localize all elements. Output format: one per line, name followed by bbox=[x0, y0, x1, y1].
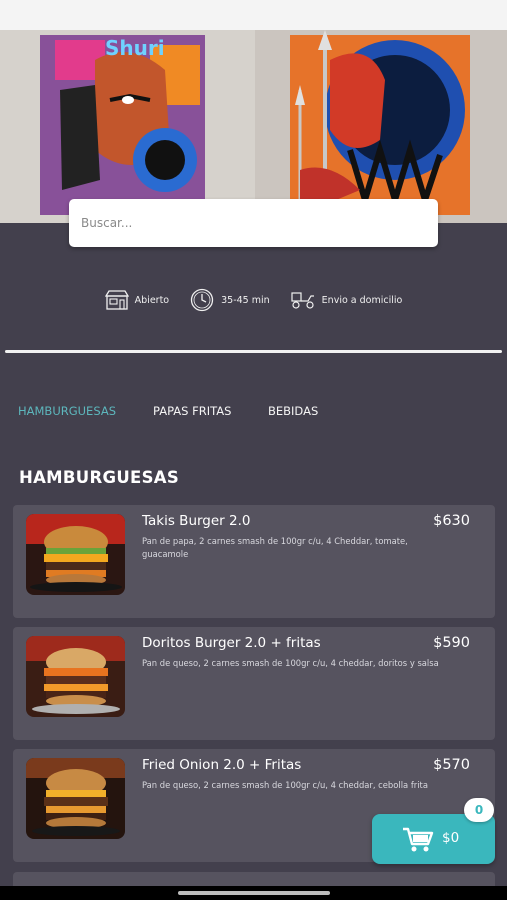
info-time: 35-45 min bbox=[189, 288, 270, 312]
graffiti-label: Shuri bbox=[105, 36, 165, 60]
product-description: Pan de queso, 2 carnes smash de 100gr c/… bbox=[142, 780, 428, 790]
section-divider bbox=[5, 350, 502, 353]
cart-total: $0 bbox=[442, 830, 460, 846]
product-name: Fried Onion 2.0 + Fritas bbox=[142, 757, 302, 773]
info-status-label: Abierto bbox=[134, 294, 170, 306]
store-info-row: Abierto 35-45 min Envio a domicilio bbox=[0, 284, 507, 316]
info-time-label: 35-45 min bbox=[221, 294, 270, 306]
hero-banner: Shuri bbox=[0, 30, 507, 223]
product-price: $630 bbox=[433, 513, 470, 529]
search-input[interactable] bbox=[69, 199, 438, 247]
category-tabs: HAMBURGUESAS PAPAS FRITAS BEBIDAS bbox=[0, 404, 507, 426]
burger-photo bbox=[26, 758, 125, 839]
tab-papas-fritas[interactable]: PAPAS FRITAS bbox=[153, 404, 231, 418]
product-price: $590 bbox=[433, 635, 470, 651]
product-name: Takis Burger 2.0 bbox=[142, 513, 251, 529]
product-description: Pan de papa, 2 carnes smash de 100gr c/u… bbox=[142, 536, 408, 559]
clock-icon bbox=[190, 288, 214, 312]
info-delivery-label: Envio a domicilio bbox=[321, 294, 403, 306]
tab-hamburguesas[interactable]: HAMBURGUESAS bbox=[18, 404, 116, 418]
burger-photo bbox=[26, 514, 125, 595]
section-title: HAMBURGUESAS bbox=[19, 468, 180, 487]
status-bar bbox=[0, 0, 507, 30]
product-price: $570 bbox=[433, 757, 470, 773]
product-image bbox=[26, 514, 125, 595]
product-image bbox=[26, 758, 125, 839]
search-box[interactable] bbox=[69, 199, 438, 247]
product-card[interactable]: Takis Burger 2.0 $630 Pan de papa, 2 car… bbox=[13, 505, 495, 618]
shopping-cart-icon bbox=[403, 827, 434, 852]
tab-bebidas[interactable]: BEBIDAS bbox=[268, 404, 318, 418]
product-card[interactable]: Doritos Burger 2.0 + fritas $590 Pan de … bbox=[13, 627, 495, 740]
info-delivery: Envio a domicilio bbox=[290, 290, 403, 310]
delivery-scooter-icon bbox=[291, 292, 314, 309]
graffiti-mural-image: Shuri bbox=[0, 30, 507, 223]
info-status: Abierto bbox=[104, 289, 170, 311]
product-image bbox=[26, 636, 125, 717]
home-indicator[interactable] bbox=[178, 891, 330, 895]
burger-photo bbox=[26, 636, 125, 717]
product-description: Pan de queso, 2 carnes smash de 100gr c/… bbox=[142, 658, 439, 668]
cart-count-badge: 0 bbox=[464, 798, 494, 822]
product-name: Doritos Burger 2.0 + fritas bbox=[142, 635, 321, 651]
store-icon bbox=[104, 290, 129, 310]
